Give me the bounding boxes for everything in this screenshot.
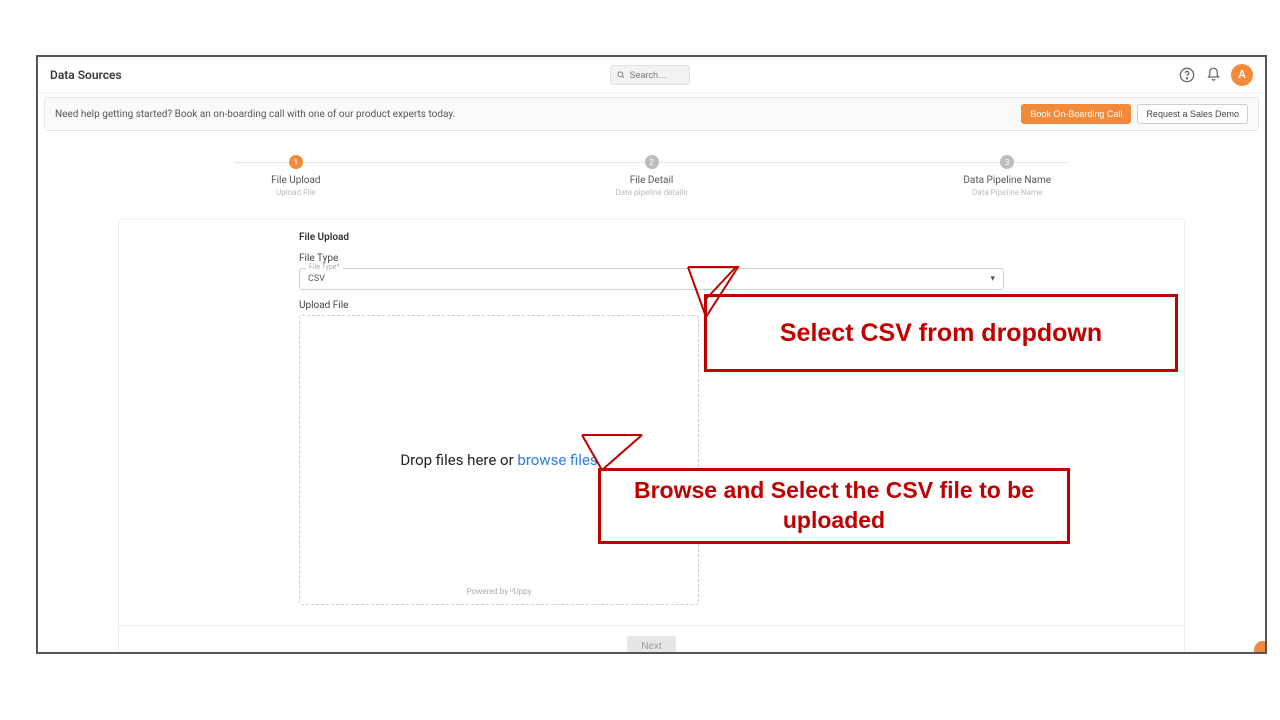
step-number: 2 <box>645 155 659 169</box>
search-icon <box>617 70 625 80</box>
file-type-value: CSV <box>308 274 325 284</box>
step-pipeline-name[interactable]: 3 Data Pipeline Name Data Pipeline Name <box>829 155 1185 197</box>
avatar[interactable]: A <box>1231 64 1253 86</box>
step-sublabel: Upload File <box>276 188 316 197</box>
upload-card: File Upload File Type File Type* CSV ▾ U… <box>118 219 1185 654</box>
step-label: File Detail <box>630 175 674 186</box>
topbar: Data Sources A <box>38 57 1265 93</box>
annotation-browse-file: Browse and Select the CSV file to be upl… <box>598 468 1070 544</box>
step-file-upload[interactable]: 1 File Upload Upload File <box>118 155 474 197</box>
file-type-select[interactable]: File Type* CSV ▾ <box>299 268 1004 290</box>
dropzone-text: Drop files here or browse files <box>400 451 597 469</box>
request-demo-button[interactable]: Request a Sales Demo <box>1137 104 1248 124</box>
step-sublabel: Data pipeline details <box>616 188 688 197</box>
card-footer: Next <box>119 625 1184 654</box>
file-type-legend: File Type* <box>306 263 343 271</box>
chevron-down-icon: ▾ <box>990 274 995 284</box>
step-file-detail[interactable]: 2 File Detail Data pipeline details <box>474 155 830 197</box>
page-title: Data Sources <box>50 68 122 82</box>
banner-text: Need help getting started? Book an on-bo… <box>55 109 455 120</box>
step-number: 1 <box>289 155 303 169</box>
onboarding-banner: Need help getting started? Book an on-bo… <box>44 97 1259 131</box>
step-label: File Upload <box>271 175 321 186</box>
next-button[interactable]: Next <box>627 636 676 654</box>
stepper: 1 File Upload Upload File 2 File Detail … <box>38 137 1265 207</box>
dropzone[interactable]: Drop files here or browse files Powered … <box>299 315 699 605</box>
step-sublabel: Data Pipeline Name <box>972 188 1042 197</box>
file-type-label: File Type <box>299 253 1004 264</box>
chat-icon[interactable] <box>1252 639 1267 654</box>
help-icon[interactable] <box>1179 67 1195 83</box>
step-label: Data Pipeline Name <box>963 175 1051 186</box>
search-box[interactable] <box>610 65 690 85</box>
section-title: File Upload <box>299 232 1004 243</box>
browse-files-link[interactable]: browse files <box>517 451 597 469</box>
annotation-select-csv: Select CSV from dropdown <box>704 294 1178 372</box>
topbar-right: A <box>1179 64 1253 86</box>
book-onboarding-button[interactable]: Book On-Boarding Call <box>1021 104 1131 124</box>
step-number: 3 <box>1000 155 1014 169</box>
drop-prefix: Drop files here or <box>400 451 517 469</box>
bell-icon[interactable] <box>1205 67 1221 83</box>
search-input[interactable] <box>629 70 683 80</box>
powered-by: Powered by ᵁUppy <box>467 587 532 596</box>
